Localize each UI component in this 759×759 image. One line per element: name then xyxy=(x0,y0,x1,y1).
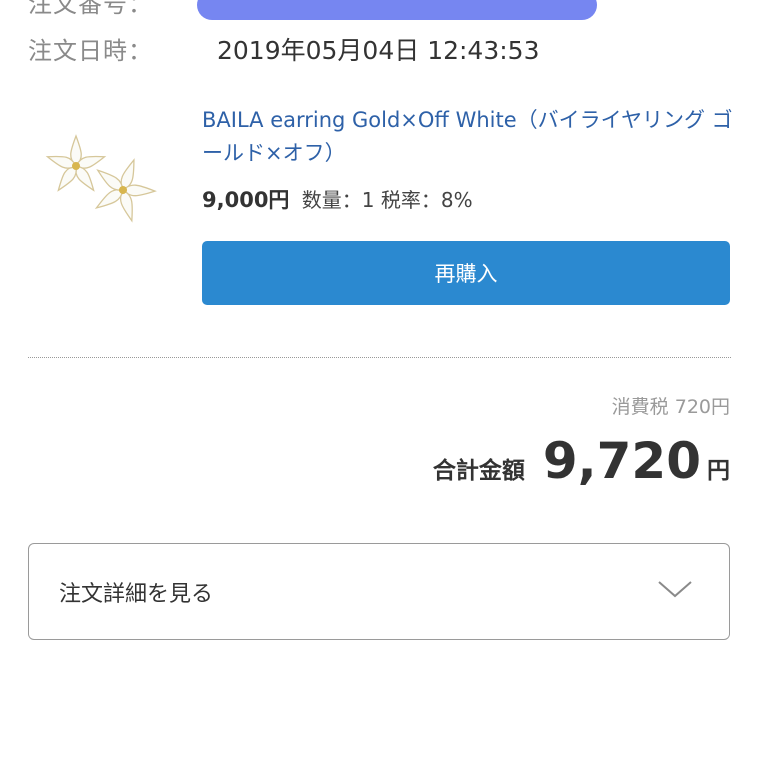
order-details-label: 注文詳細を見る xyxy=(59,582,214,607)
tax-label: 消費税 xyxy=(611,396,669,418)
order-number-redaction xyxy=(197,0,597,20)
section-divider xyxy=(28,357,731,358)
product-name-link[interactable]: BAILA earring Gold×Off White（バイライヤリング ゴー… xyxy=(202,104,737,170)
item-price: 9,000円 xyxy=(202,188,290,212)
order-date-label: 注文日時： xyxy=(28,37,153,65)
rebuy-button[interactable]: 再購入 xyxy=(202,241,730,305)
tax-row: 消費税 720円 xyxy=(612,392,730,419)
item-quantity: 数量：1 xyxy=(301,188,375,212)
total-amount: 9,720 xyxy=(542,432,701,490)
order-date-value: 2019年05月04日 12:43:53 xyxy=(217,36,540,65)
order-number-label: 注文番号： xyxy=(28,0,153,18)
product-thumbnail[interactable] xyxy=(38,118,162,236)
item-tax-rate: 税率：8% xyxy=(380,188,473,212)
chevron-down-icon xyxy=(658,581,692,598)
total-row: 合計金額 9,720 円 xyxy=(433,432,730,490)
tax-value: 720円 xyxy=(674,396,730,418)
price-row: 9,000円 数量：1 税率：8% xyxy=(202,184,473,214)
flower-earring-icon xyxy=(45,134,157,223)
total-label: 合計金額 xyxy=(432,458,525,484)
total-unit: 円 xyxy=(707,458,730,484)
order-details-toggle[interactable]: 注文詳細を見る xyxy=(28,543,730,640)
